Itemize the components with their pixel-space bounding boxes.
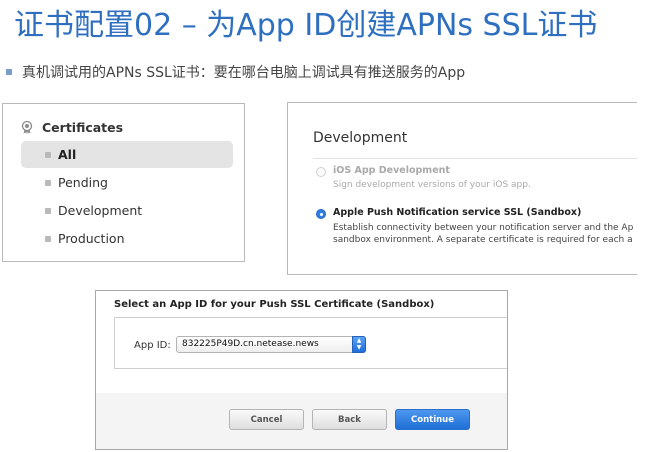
slide-title: 证书配置02 – 为App ID创建APNs SSL证书 bbox=[14, 8, 598, 43]
certificates-header: Certificates bbox=[20, 118, 123, 136]
sidebar-item-label: Production bbox=[58, 231, 125, 246]
sidebar-item-label: Pending bbox=[58, 175, 108, 190]
radio-apns-sandbox[interactable] bbox=[316, 209, 326, 219]
app-id-select[interactable]: 832225P49D.cn.netease.news ▲ ▼ bbox=[176, 336, 366, 353]
app-id-label: App ID: bbox=[134, 340, 171, 351]
development-heading: Development bbox=[313, 130, 408, 146]
sidebar-item-pending[interactable]: Pending bbox=[21, 169, 233, 196]
bullet-icon bbox=[45, 179, 51, 186]
bullet-point: 真机调试用的APNs SSL证书：要在哪台电脑上调试具有推送服务的App bbox=[6, 62, 465, 82]
sidebar-item-label: All bbox=[58, 147, 77, 162]
option-title-ios-app-development: iOS App Development bbox=[333, 165, 450, 176]
certificates-title: Certificates bbox=[42, 119, 124, 135]
option-description-ios-app-development: Sign development versions of your iOS ap… bbox=[333, 180, 531, 190]
sidebar-item-development[interactable]: Development bbox=[21, 197, 233, 224]
divider bbox=[313, 158, 637, 159]
option-description-apns-sandbox-line1: Establish connectivity between your noti… bbox=[333, 223, 634, 233]
sidebar-item-production[interactable]: Production bbox=[21, 225, 233, 252]
app-id-value: 832225P49D.cn.netease.news bbox=[182, 339, 319, 349]
back-button[interactable]: Back bbox=[312, 409, 387, 430]
bullet-icon bbox=[45, 235, 51, 242]
bullet-icon bbox=[45, 151, 51, 158]
bullet-square-icon bbox=[6, 69, 12, 75]
option-description-apns-sandbox-line2: sandbox environment. A separate certific… bbox=[333, 235, 633, 245]
bullet-icon bbox=[45, 207, 51, 214]
dialog-title: Select an App ID for your Push SSL Certi… bbox=[114, 299, 435, 310]
development-options-panel: Development iOS App Development Sign dev… bbox=[287, 102, 637, 275]
certificates-sidebar: Certificates All Pending Development Pro… bbox=[2, 103, 245, 262]
cancel-button[interactable]: Cancel bbox=[229, 409, 304, 430]
select-app-id-dialog: Select an App ID for your Push SSL Certi… bbox=[95, 290, 508, 450]
sidebar-item-all[interactable]: All bbox=[21, 141, 233, 168]
bullet-text: 真机调试用的APNs SSL证书：要在哪台电脑上调试具有推送服务的App bbox=[22, 65, 466, 81]
sidebar-item-label: Development bbox=[58, 203, 143, 218]
certificate-seal-icon bbox=[21, 120, 33, 134]
radio-ios-app-development[interactable] bbox=[316, 167, 326, 177]
continue-button[interactable]: Continue bbox=[395, 409, 470, 430]
select-stepper-icon: ▲ ▼ bbox=[352, 336, 366, 353]
option-title-apns-sandbox: Apple Push Notification service SSL (San… bbox=[333, 207, 582, 218]
